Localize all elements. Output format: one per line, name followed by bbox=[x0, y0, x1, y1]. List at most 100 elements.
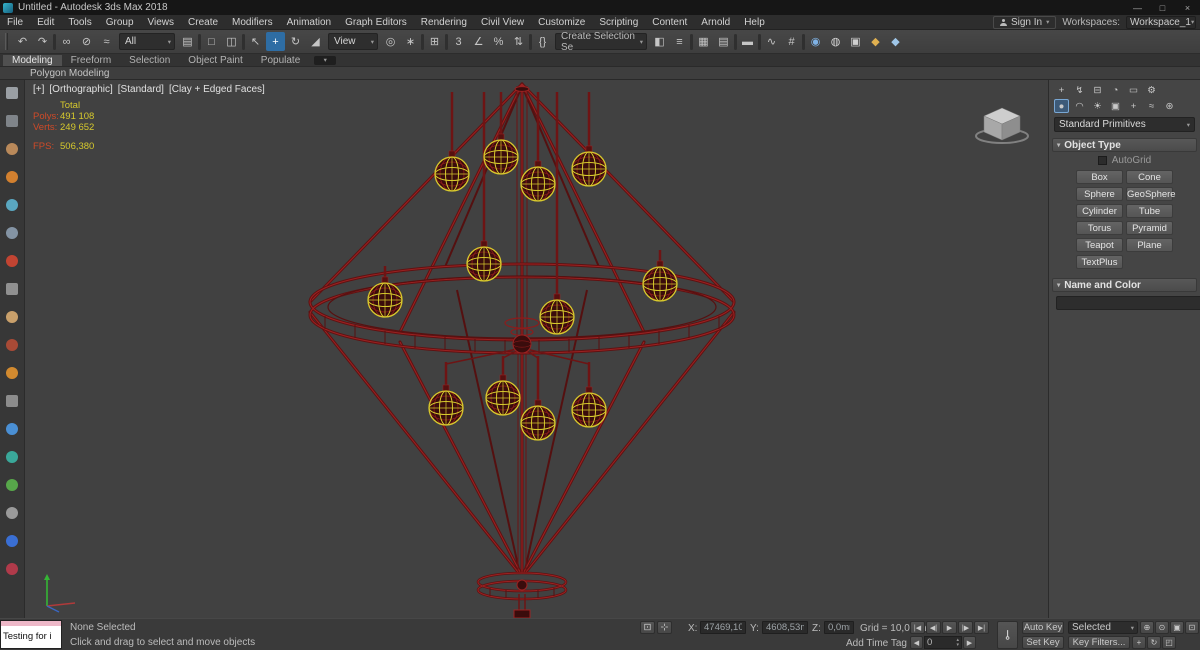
zoom-icon[interactable]: ⊕ bbox=[1140, 621, 1154, 634]
previous-key-button[interactable]: ◀ bbox=[910, 636, 923, 649]
menu-item[interactable]: Rendering bbox=[414, 17, 474, 28]
dock-tool-icon[interactable] bbox=[4, 225, 20, 241]
curve-editor-icon[interactable]: ∿ bbox=[762, 32, 781, 51]
toolbar-separator[interactable] bbox=[445, 33, 448, 50]
material-editor-icon[interactable]: ◉ bbox=[806, 32, 825, 51]
menu-item[interactable]: Animation bbox=[280, 17, 338, 28]
toolbar-separator[interactable] bbox=[734, 33, 737, 50]
object-type-button[interactable]: Plane bbox=[1126, 238, 1173, 252]
viewport-pov-menu[interactable]: [Orthographic] bbox=[49, 84, 112, 95]
toolbar-separator[interactable] bbox=[198, 33, 201, 50]
frame-spinner[interactable]: ▴ ▾ bbox=[956, 637, 959, 648]
menu-item[interactable]: Modifiers bbox=[225, 17, 280, 28]
dock-tool-icon[interactable] bbox=[4, 309, 20, 325]
toolbar-separator[interactable] bbox=[690, 33, 693, 50]
viewport-general-menu[interactable]: [+] bbox=[33, 84, 44, 95]
dock-tool-icon[interactable] bbox=[4, 421, 20, 437]
play-button[interactable]: ▶ bbox=[942, 621, 957, 634]
object-type-button[interactable]: GeoSphere bbox=[1126, 187, 1176, 201]
workspace-dropdown[interactable]: Workspace_1 ▾ bbox=[1126, 15, 1196, 29]
select-by-name-icon[interactable]: ▤ bbox=[178, 32, 197, 51]
chandelier-wireframe-model[interactable] bbox=[25, 80, 1048, 618]
menu-item[interactable]: File bbox=[0, 17, 30, 28]
zoom-extents-icon[interactable]: ▣ bbox=[1170, 621, 1184, 634]
dock-tool-icon[interactable] bbox=[4, 393, 20, 409]
dock-tool-icon[interactable] bbox=[4, 365, 20, 381]
use-pivot-point-center-icon[interactable]: ◎ bbox=[381, 32, 400, 51]
selection-region-icon[interactable]: □ bbox=[202, 32, 221, 51]
dock-tool-icon[interactable] bbox=[4, 85, 20, 101]
reference-coordinate-dropdown[interactable]: View ▾ bbox=[328, 33, 378, 50]
close-button[interactable]: × bbox=[1175, 0, 1200, 15]
render-iterative-icon[interactable]: ◆ bbox=[886, 32, 905, 51]
primitives-dropdown[interactable]: Standard Primitives ▾ bbox=[1054, 117, 1195, 132]
next-frame-button[interactable]: |▶ bbox=[958, 621, 973, 634]
toolbar-separator[interactable] bbox=[802, 33, 805, 50]
dock-tool-icon[interactable] bbox=[4, 477, 20, 493]
maxscript-mini-listener[interactable]: Testing for i bbox=[0, 620, 62, 649]
menu-item[interactable]: Tools bbox=[61, 17, 98, 28]
toolbar-separator[interactable] bbox=[529, 33, 532, 50]
dock-tool-icon[interactable] bbox=[4, 169, 20, 185]
dock-tool-icon[interactable] bbox=[4, 561, 20, 577]
window-crossing-icon[interactable]: ◫ bbox=[222, 32, 241, 51]
select-object-icon[interactable]: ↖ bbox=[246, 32, 265, 51]
viewport-standard-menu[interactable]: [Standard] bbox=[118, 84, 164, 95]
next-key-button[interactable]: ▶ bbox=[963, 636, 976, 649]
render-setup-icon[interactable]: ◍ bbox=[826, 32, 845, 51]
systems-category[interactable]: ⊛ bbox=[1162, 99, 1177, 113]
viewport-shading-menu[interactable]: [Clay + Edged Faces] bbox=[169, 84, 265, 95]
previous-frame-button[interactable]: ◀| bbox=[926, 621, 941, 634]
polygon-modeling-panel-label[interactable]: Polygon Modeling bbox=[30, 68, 110, 79]
y-coordinate-field[interactable] bbox=[762, 621, 808, 634]
toolbar-separator[interactable] bbox=[53, 33, 56, 50]
object-type-button[interactable]: Cone bbox=[1126, 170, 1173, 184]
sign-in-button[interactable]: Sign In ▾ bbox=[992, 15, 1057, 29]
go-to-end-button[interactable]: ▶| bbox=[974, 621, 989, 634]
add-time-tag[interactable]: Add Time Tag bbox=[846, 638, 907, 649]
object-type-button[interactable]: Pyramid bbox=[1126, 221, 1173, 235]
shapes-category[interactable]: ◠ bbox=[1072, 99, 1087, 113]
selection-lock-icon[interactable]: ⊡ bbox=[640, 621, 655, 634]
minimize-button[interactable]: — bbox=[1125, 0, 1150, 15]
object-type-button[interactable]: Teapot bbox=[1076, 238, 1123, 252]
menu-item[interactable]: Content bbox=[645, 17, 694, 28]
absolute-relative-toggle-icon[interactable]: ⊹ bbox=[657, 621, 672, 634]
x-coordinate-field[interactable] bbox=[700, 621, 746, 634]
dock-tool-icon[interactable] bbox=[4, 253, 20, 269]
zoom-region-icon[interactable]: ⊡ bbox=[1185, 621, 1199, 634]
menu-item[interactable]: Graph Editors bbox=[338, 17, 414, 28]
bind-to-space-warp-icon[interactable]: ≈ bbox=[97, 32, 116, 51]
set-key-button[interactable]: Set Key bbox=[1022, 636, 1064, 649]
go-to-start-button[interactable]: |◀ bbox=[910, 621, 925, 634]
percent-snap-icon[interactable]: % bbox=[489, 32, 508, 51]
cameras-category[interactable]: ▣ bbox=[1108, 99, 1123, 113]
menu-item[interactable]: Civil View bbox=[474, 17, 531, 28]
ribbon-tab[interactable]: Selection bbox=[120, 55, 179, 66]
menu-item[interactable]: Help bbox=[737, 17, 772, 28]
pan-icon[interactable]: + bbox=[1132, 636, 1146, 649]
display-tab[interactable]: ▭ bbox=[1126, 83, 1141, 97]
ribbon-toggle-icon[interactable]: ▬ bbox=[738, 32, 757, 51]
select-and-scale-icon[interactable]: ◢ bbox=[306, 32, 325, 51]
select-and-move-icon[interactable]: + bbox=[266, 32, 285, 51]
toolbar-drag-handle[interactable] bbox=[5, 33, 8, 50]
mirror-icon[interactable]: ◧ bbox=[650, 32, 669, 51]
toggle-scene-explorer-icon[interactable]: ▦ bbox=[694, 32, 713, 51]
create-tab[interactable]: + bbox=[1054, 83, 1069, 97]
schematic-view-icon[interactable]: # bbox=[782, 32, 801, 51]
toolbar-separator[interactable] bbox=[421, 33, 424, 50]
ribbon-config-button[interactable]: ▾ bbox=[314, 55, 337, 65]
auto-key-button[interactable]: Auto Key bbox=[1022, 621, 1064, 634]
dock-tool-icon[interactable] bbox=[4, 505, 20, 521]
align-icon[interactable]: ≡ bbox=[670, 32, 689, 51]
z-coordinate-field[interactable] bbox=[824, 621, 854, 634]
dock-tool-icon[interactable] bbox=[4, 197, 20, 213]
select-and-manipulate-icon[interactable]: ∗ bbox=[401, 32, 420, 51]
geometry-category[interactable]: ● bbox=[1054, 99, 1069, 113]
unlink-selection-icon[interactable]: ⊘ bbox=[77, 32, 96, 51]
render-production-icon[interactable]: ◆ bbox=[866, 32, 885, 51]
dock-tool-icon[interactable] bbox=[4, 113, 20, 129]
angle-snap-icon[interactable]: ∠ bbox=[469, 32, 488, 51]
object-name-input[interactable] bbox=[1056, 296, 1200, 310]
